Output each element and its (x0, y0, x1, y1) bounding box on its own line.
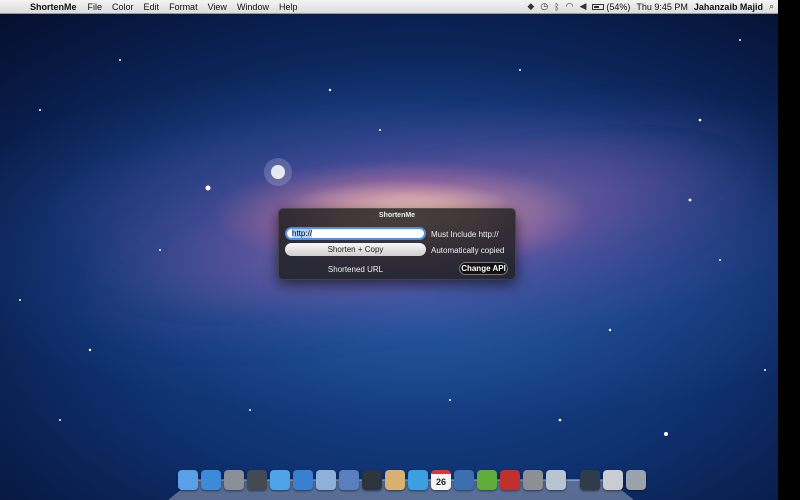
status-area: ◆ ◷ ᛒ ◠ ◀ (54%) Thu 9:45 PM Jahanzaib Ma… (527, 1, 778, 12)
lock-app-icon[interactable] (580, 470, 600, 490)
screen-edge (778, 0, 800, 500)
volume-icon[interactable]: ◀ (579, 1, 586, 12)
window-title: ShortenMe (378, 212, 416, 219)
link-app-icon[interactable] (546, 470, 566, 490)
menu-window[interactable]: Window (232, 0, 274, 14)
user-menu[interactable]: Jahanzaib Majid (694, 2, 763, 12)
copy-hint: Automatically copied (431, 246, 505, 255)
pencil-app-icon[interactable] (454, 470, 474, 490)
url-input-value: http:// (292, 229, 313, 238)
menu-color[interactable]: Color (107, 0, 139, 14)
dock: 26 (178, 466, 646, 490)
url-hint: Must Include http:// (431, 230, 499, 239)
spotlight-search-icon[interactable]: ⌕ (769, 1, 774, 12)
app-store-icon[interactable] (201, 470, 221, 490)
app-menu[interactable]: ShortenMe (28, 0, 83, 14)
battery-icon (592, 3, 605, 10)
battery-percent: (54%) (606, 1, 631, 12)
menu-view[interactable]: View (203, 0, 232, 14)
shortenme-window: ShortenMe http:// Must Include http:// S… (278, 208, 516, 280)
shorten-copy-button[interactable]: Shorten + Copy (285, 243, 426, 256)
system-preferences-icon[interactable] (523, 470, 543, 490)
xcode-icon[interactable] (339, 470, 359, 490)
documents-folder-icon[interactable] (603, 470, 623, 490)
messages-icon[interactable] (270, 470, 290, 490)
menu-edit[interactable]: Edit (139, 0, 165, 14)
finder-icon[interactable] (178, 470, 198, 490)
wifi-icon[interactable]: ◠ (566, 1, 574, 12)
battery-status[interactable]: (54%) (592, 2, 630, 12)
quicktime-icon[interactable] (362, 470, 382, 490)
time-machine-icon[interactable]: ◷ (540, 1, 548, 12)
shortened-url-output: Shortened URL (327, 265, 384, 274)
mail-icon[interactable] (316, 470, 336, 490)
trash-icon[interactable] (626, 470, 646, 490)
launchpad-icon[interactable] (224, 470, 244, 490)
preview-icon[interactable] (385, 470, 405, 490)
url-input[interactable]: http:// (285, 227, 426, 240)
menu-file[interactable]: File (83, 0, 108, 14)
menu-format[interactable]: Format (164, 0, 203, 14)
tweetbot-icon[interactable] (408, 470, 428, 490)
calendar-icon[interactable]: 26 (431, 470, 451, 490)
photo-booth-icon[interactable] (500, 470, 520, 490)
evernote-icon[interactable] (477, 470, 497, 490)
safari-icon[interactable] (293, 470, 313, 490)
change-api-button[interactable]: Change API (459, 262, 508, 275)
clock[interactable]: Thu 9:45 PM (636, 2, 688, 12)
dropbox-icon[interactable]: ◆ (527, 1, 534, 12)
menu-help[interactable]: Help (274, 0, 303, 14)
mission-control-icon[interactable] (247, 470, 267, 490)
menu-bar: ShortenMe File Color Edit Format View Wi… (0, 0, 778, 14)
bluetooth-icon[interactable]: ᛒ (554, 2, 559, 12)
